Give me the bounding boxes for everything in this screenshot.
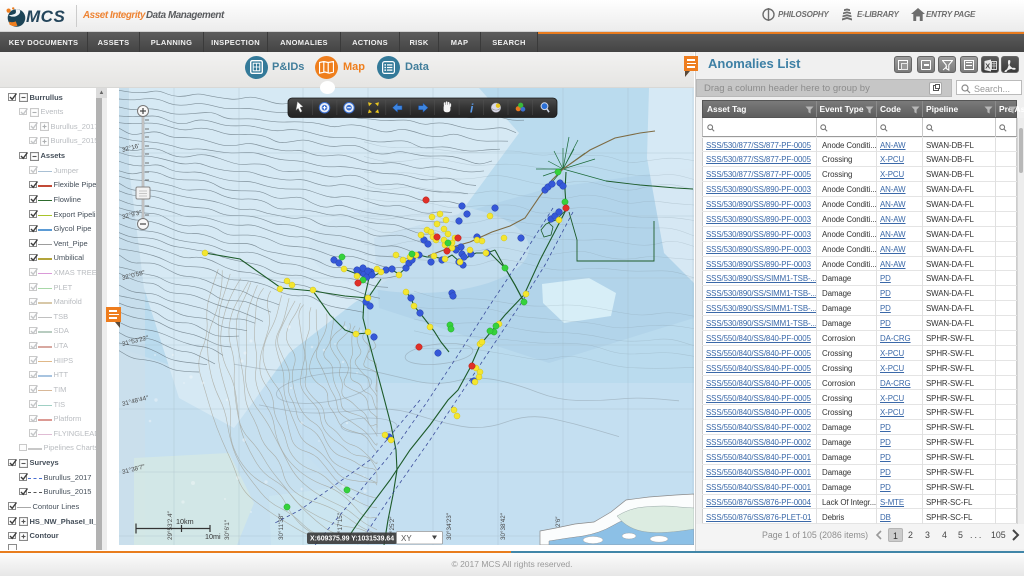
svg-text:XY: XY — [401, 534, 412, 543]
svg-text:30°34'23″: 30°34'23″ — [445, 512, 453, 540]
svg-text:30°6'1″: 30°6'1″ — [223, 519, 231, 540]
svg-text:29°53'2.4″: 29°53'2.4″ — [166, 511, 174, 540]
svg-text:30°38'42″: 30°38'42″ — [499, 512, 507, 540]
svg-text:X:609375.99 Y:1031539.64: X:609375.99 Y:1031539.64 — [310, 536, 394, 543]
svg-text:30°11'38″: 30°11'38″ — [277, 513, 285, 540]
svg-text:10km: 10km — [176, 517, 194, 526]
svg-text:10mi: 10mi — [205, 532, 221, 541]
svg-text:X: X — [985, 61, 990, 70]
